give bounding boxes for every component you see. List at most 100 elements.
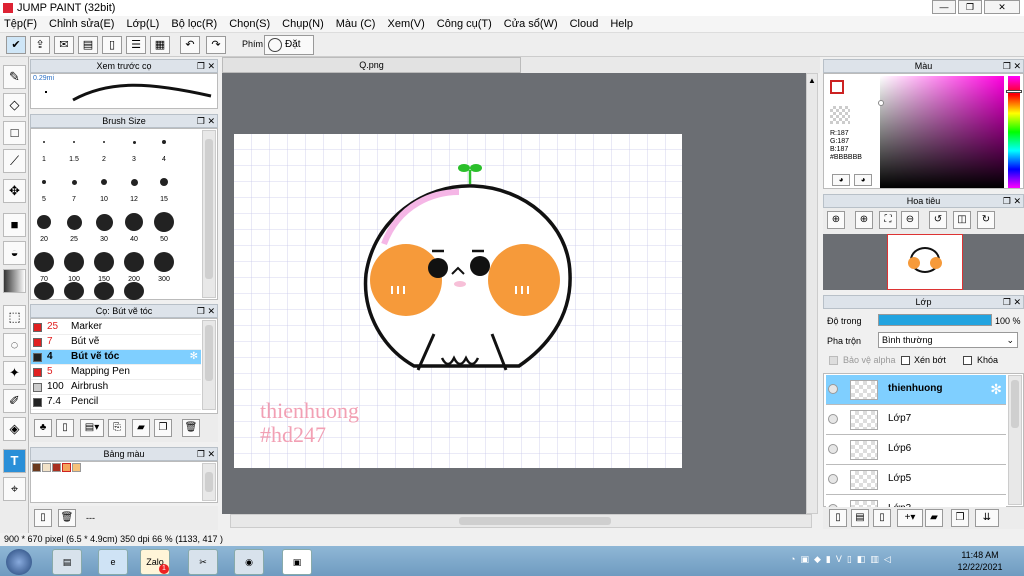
new-layer-icon[interactable]: ▯ [829, 509, 847, 527]
brush-item[interactable]: 7.4 Pencil [31, 395, 201, 410]
brush-menu-icon[interactable]: ▤▾ [80, 419, 104, 437]
brush-size-dot[interactable] [42, 180, 46, 184]
brush-import-icon[interactable]: ♣ [34, 419, 52, 437]
tray-icon[interactable]: ▯ [847, 554, 852, 565]
jumppaint-taskbar-icon[interactable]: ▣ [282, 549, 312, 575]
layer-item[interactable]: Lớp6 [826, 435, 1006, 465]
brush-item[interactable]: 7 Bút vẽ [31, 335, 201, 350]
rect-select-icon[interactable]: ⬚ [3, 305, 26, 329]
folder-icon[interactable]: ▰ [132, 419, 150, 437]
volume-icon[interactable]: ◁ [884, 554, 891, 565]
magic-wand-icon[interactable]: ✦ [3, 361, 26, 385]
visibility-icon[interactable] [828, 414, 838, 424]
brush-size-dot[interactable] [154, 212, 174, 232]
document-tab[interactable]: Q.png [222, 57, 521, 73]
layer-merge-icon[interactable]: ⇊ [975, 509, 999, 527]
tray-icon[interactable]: ◧ [857, 554, 866, 565]
rectangle-tool-icon[interactable]: □ [3, 121, 26, 145]
new-layer-raster-icon[interactable]: ▤ [851, 509, 869, 527]
foreground-color-swatch[interactable] [830, 80, 844, 94]
brush-size-dot[interactable] [66, 214, 82, 230]
panel-close-icon[interactable]: ❐ ✕ [197, 448, 215, 460]
paint-taskbar-icon[interactable]: ✂ [188, 549, 218, 575]
zalo-taskbar-icon[interactable]: Zalo 1 [140, 549, 170, 575]
check-icon[interactable]: ✔ [6, 36, 26, 54]
menu-filter[interactable]: Bộ lọc(R) [171, 18, 217, 30]
rotate-left-icon[interactable]: ↺ [929, 211, 947, 229]
menu-view[interactable]: Xem(V) [387, 18, 424, 30]
menu-window[interactable]: Cửa sổ(W) [504, 18, 558, 30]
brush-copy-icon[interactable]: ⎘ [108, 419, 126, 437]
tray-icon[interactable]: V [836, 554, 842, 565]
palette-swatch[interactable] [52, 463, 61, 472]
gradient-tool-icon[interactable] [3, 269, 26, 293]
blend-mode-select[interactable]: Bình thường ⌄ [878, 332, 1018, 348]
layer-item[interactable]: Lớp7 [826, 405, 1006, 435]
layer-folder-icon[interactable]: ▰ [925, 509, 943, 527]
menu-layer[interactable]: Lớp(L) [126, 18, 159, 30]
brush-size-dot[interactable] [37, 215, 51, 229]
brush-size-dot[interactable] [132, 140, 136, 144]
visibility-icon[interactable] [828, 384, 838, 394]
navigator-view[interactable] [823, 234, 1024, 290]
clip-checkbox[interactable] [901, 356, 910, 365]
canvas-vscroll[interactable]: ▲ [806, 73, 818, 514]
lasso-select-icon[interactable]: ◌ [3, 333, 26, 357]
menu-color[interactable]: Màu (C) [336, 18, 376, 30]
brush-item[interactable]: 4 Bút vẽ tóc ✻ [31, 350, 201, 365]
opacity-slider[interactable] [878, 314, 992, 326]
brush-size-dot[interactable] [73, 141, 75, 143]
select-eraser-icon[interactable]: ◈ [3, 417, 26, 441]
layer-duplicate-icon[interactable]: ❐ [951, 509, 969, 527]
reset-button[interactable]: Đặt lại [264, 35, 314, 68]
maximize-button[interactable]: ❐ [958, 0, 982, 14]
menu-select[interactable]: Chọn(S) [229, 18, 270, 30]
delete-swatch-icon[interactable]: 🗑 [58, 509, 76, 527]
minimize-button[interactable]: — [932, 0, 956, 14]
move-tool-icon[interactable]: ✥ [3, 179, 26, 203]
menu-capture[interactable]: Chụp(N) [282, 18, 324, 30]
palette-swatch[interactable] [42, 463, 51, 472]
layer-item[interactable]: Lớp5 [826, 465, 1006, 495]
color-wheel-icon[interactable]: ◕ [832, 174, 850, 186]
explorer-taskbar-icon[interactable]: ▤ [52, 549, 82, 575]
brush-size-dot[interactable] [154, 252, 174, 272]
grid-icon[interactable]: ▦ [150, 36, 170, 54]
brush-size-dot[interactable] [130, 178, 138, 186]
color-picker-handle[interactable] [878, 100, 884, 106]
rotate-right-icon[interactable]: ↻ [977, 211, 995, 229]
brush-size-dot[interactable] [71, 179, 77, 185]
brush-size-dot[interactable] [124, 252, 144, 272]
palette-swatch[interactable] [32, 463, 41, 472]
undo-icon[interactable]: ↶ [180, 36, 200, 54]
canvas-hscroll[interactable] [230, 514, 812, 528]
comment-icon[interactable]: ✉ [54, 36, 74, 54]
tray-icon[interactable]: ▮ [826, 554, 831, 565]
new-brush-icon[interactable]: ▯ [56, 419, 74, 437]
add-layer-menu-icon[interactable]: +▾ [897, 509, 923, 527]
reset-view-icon[interactable]: ◫ [953, 211, 971, 229]
tray-icon[interactable]: ◆ [814, 554, 821, 565]
brush-size-dot[interactable] [94, 252, 114, 272]
tray-icon[interactable]: ▣ [800, 554, 809, 565]
panel-close-icon[interactable]: ❐ ✕ [1003, 195, 1021, 207]
ie-taskbar-icon[interactable]: e [98, 549, 128, 575]
color-saturation-field[interactable] [880, 76, 1004, 188]
panel-close-icon[interactable]: ❐ ✕ [1003, 60, 1021, 72]
palette-scrollbar[interactable] [202, 463, 216, 501]
brush-size-dot[interactable] [125, 213, 143, 231]
redo-icon[interactable]: ↷ [206, 36, 226, 54]
brush-size-dot[interactable] [162, 140, 166, 144]
brush-item[interactable]: 100 Airbrush [31, 380, 201, 395]
palette-swatch[interactable] [62, 463, 71, 472]
eraser-tool-icon[interactable]: ◇ [3, 93, 26, 117]
menu-file[interactable]: Tệp(F) [4, 18, 37, 30]
menu-cloud[interactable]: Cloud [570, 18, 599, 30]
layer-settings-icon[interactable]: ✻ [990, 381, 1002, 398]
select-pen-icon[interactable]: ✐ [3, 389, 26, 413]
new-layer-text-icon[interactable]: ▯ [873, 509, 891, 527]
fit-icon[interactable]: ⛶ [879, 211, 897, 229]
panel-close-icon[interactable]: ❐ ✕ [197, 60, 215, 72]
close-button[interactable]: ✕ [984, 0, 1020, 14]
tray-icon[interactable]: ◔ [790, 554, 795, 565]
